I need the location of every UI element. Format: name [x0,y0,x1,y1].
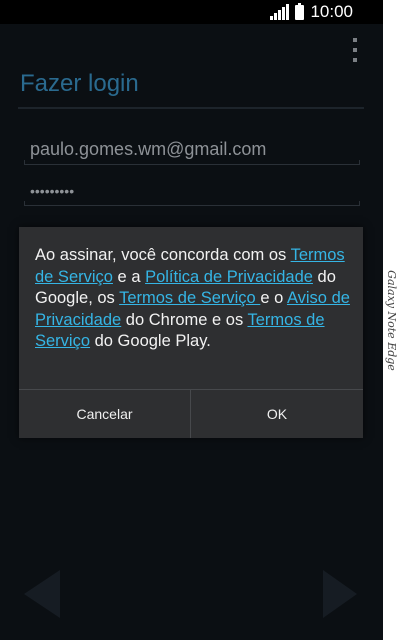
previous-arrow-icon[interactable] [24,570,60,618]
dialog-text-2: e a [112,267,146,286]
privacy-policy-link[interactable]: Política de Privacidade [145,268,313,286]
email-value: paulo.gomes.wm@gmail.com [30,139,267,159]
page-title: Fazer login [20,70,139,97]
status-bar: 10:00 [0,0,383,24]
cancel-button[interactable]: Cancelar [19,390,190,438]
dialog-message: Ao assinar, você concorda com os Termos … [35,245,353,353]
chrome-terms-link[interactable]: Termos de Serviço [119,289,260,307]
dialog-text-1: Ao assinar, você concorda com os [35,246,291,264]
device-edge-text: Galaxy Note Edge [385,269,399,371]
login-screen: 10:00 Fazer login paulo.gomes.wm@gmail.c… [0,0,383,640]
dialog-text-6: do Google Play. [90,332,211,350]
password-field[interactable]: ••••••••• [24,174,360,206]
dialog-text-4: e o [260,289,287,307]
password-underline [24,201,360,206]
overflow-menu-icon[interactable] [348,38,362,62]
email-underline [24,160,360,165]
status-time: 10:00 [310,2,353,21]
next-arrow-icon[interactable] [323,570,357,618]
title-divider [18,107,364,109]
battery-icon [295,2,305,20]
terms-dialog: Ao assinar, você concorda com os Termos … [19,227,363,438]
signal-icon [270,4,290,20]
ok-button[interactable]: OK [191,390,363,438]
device-edge-label: Galaxy Note Edge [383,265,400,375]
password-value: ••••••••• [30,183,75,199]
dialog-text-5: do Chrome e os [121,310,248,329]
email-field[interactable]: paulo.gomes.wm@gmail.com [24,133,360,165]
